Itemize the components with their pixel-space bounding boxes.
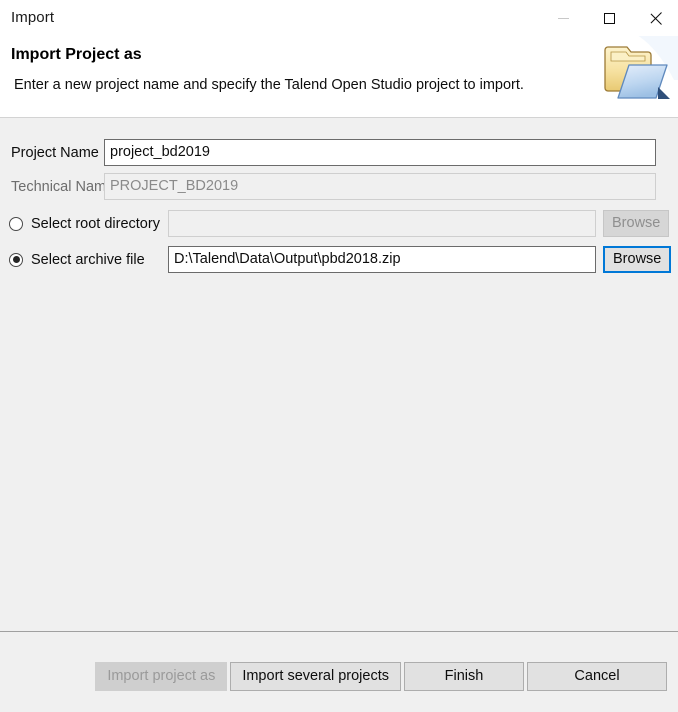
project-name-input[interactable]: project_bd2019 xyxy=(104,139,656,166)
project-name-label: Project Name xyxy=(11,144,99,161)
page-title: Import Project as xyxy=(11,46,142,63)
close-icon xyxy=(649,12,662,25)
import-project-dialog: Import Import Project as Enter a new pro… xyxy=(0,0,678,712)
archive-file-label: Select archive file xyxy=(31,251,145,268)
finish-button[interactable]: Finish xyxy=(404,662,524,691)
root-directory-radio[interactable] xyxy=(9,216,23,231)
import-folder-icon xyxy=(604,36,678,99)
archive-file-input[interactable]: D:\Talend\Data\Output\pbd2018.zip xyxy=(168,246,596,273)
maximize-button[interactable] xyxy=(586,0,632,36)
root-directory-radio-option[interactable]: Select root directory xyxy=(0,215,168,233)
dialog-body: Project Name project_bd2019 Technical Na… xyxy=(0,118,678,631)
root-directory-input[interactable] xyxy=(168,210,596,237)
minimize-button[interactable] xyxy=(540,0,586,36)
project-name-row: Project Name project_bd2019 xyxy=(0,139,678,166)
wizard-header: Import Project as Enter a new project na… xyxy=(0,36,678,118)
cancel-button[interactable]: Cancel xyxy=(527,662,667,691)
window-controls xyxy=(540,0,678,36)
archive-file-radio-option[interactable]: Select archive file xyxy=(0,251,168,269)
root-directory-label: Select root directory xyxy=(31,215,160,232)
root-directory-browse-button: Browse xyxy=(603,210,670,237)
dialog-footer: Import project as Import several project… xyxy=(0,631,678,712)
window-title: Import xyxy=(11,9,55,26)
minimize-icon xyxy=(557,17,569,19)
root-directory-row: Select root directory Browse xyxy=(0,210,678,237)
page-description: Enter a new project name and specify the… xyxy=(14,77,524,93)
footer-button-group: Import project as Import several project… xyxy=(95,662,667,691)
close-button[interactable] xyxy=(632,0,678,36)
technical-name-input: PROJECT_BD2019 xyxy=(104,173,656,200)
archive-file-radio[interactable] xyxy=(9,252,23,267)
maximize-icon xyxy=(603,12,615,24)
archive-file-row: Select archive file D:\Talend\Data\Outpu… xyxy=(0,246,678,273)
archive-file-browse-button[interactable]: Browse xyxy=(603,246,672,273)
technical-name-label: Technical Name xyxy=(11,178,115,195)
import-project-as-button: Import project as xyxy=(95,662,228,691)
import-several-projects-button[interactable]: Import several projects xyxy=(230,662,401,691)
technical-name-row: Technical Name PROJECT_BD2019 xyxy=(0,173,678,200)
title-bar: Import xyxy=(0,0,678,36)
